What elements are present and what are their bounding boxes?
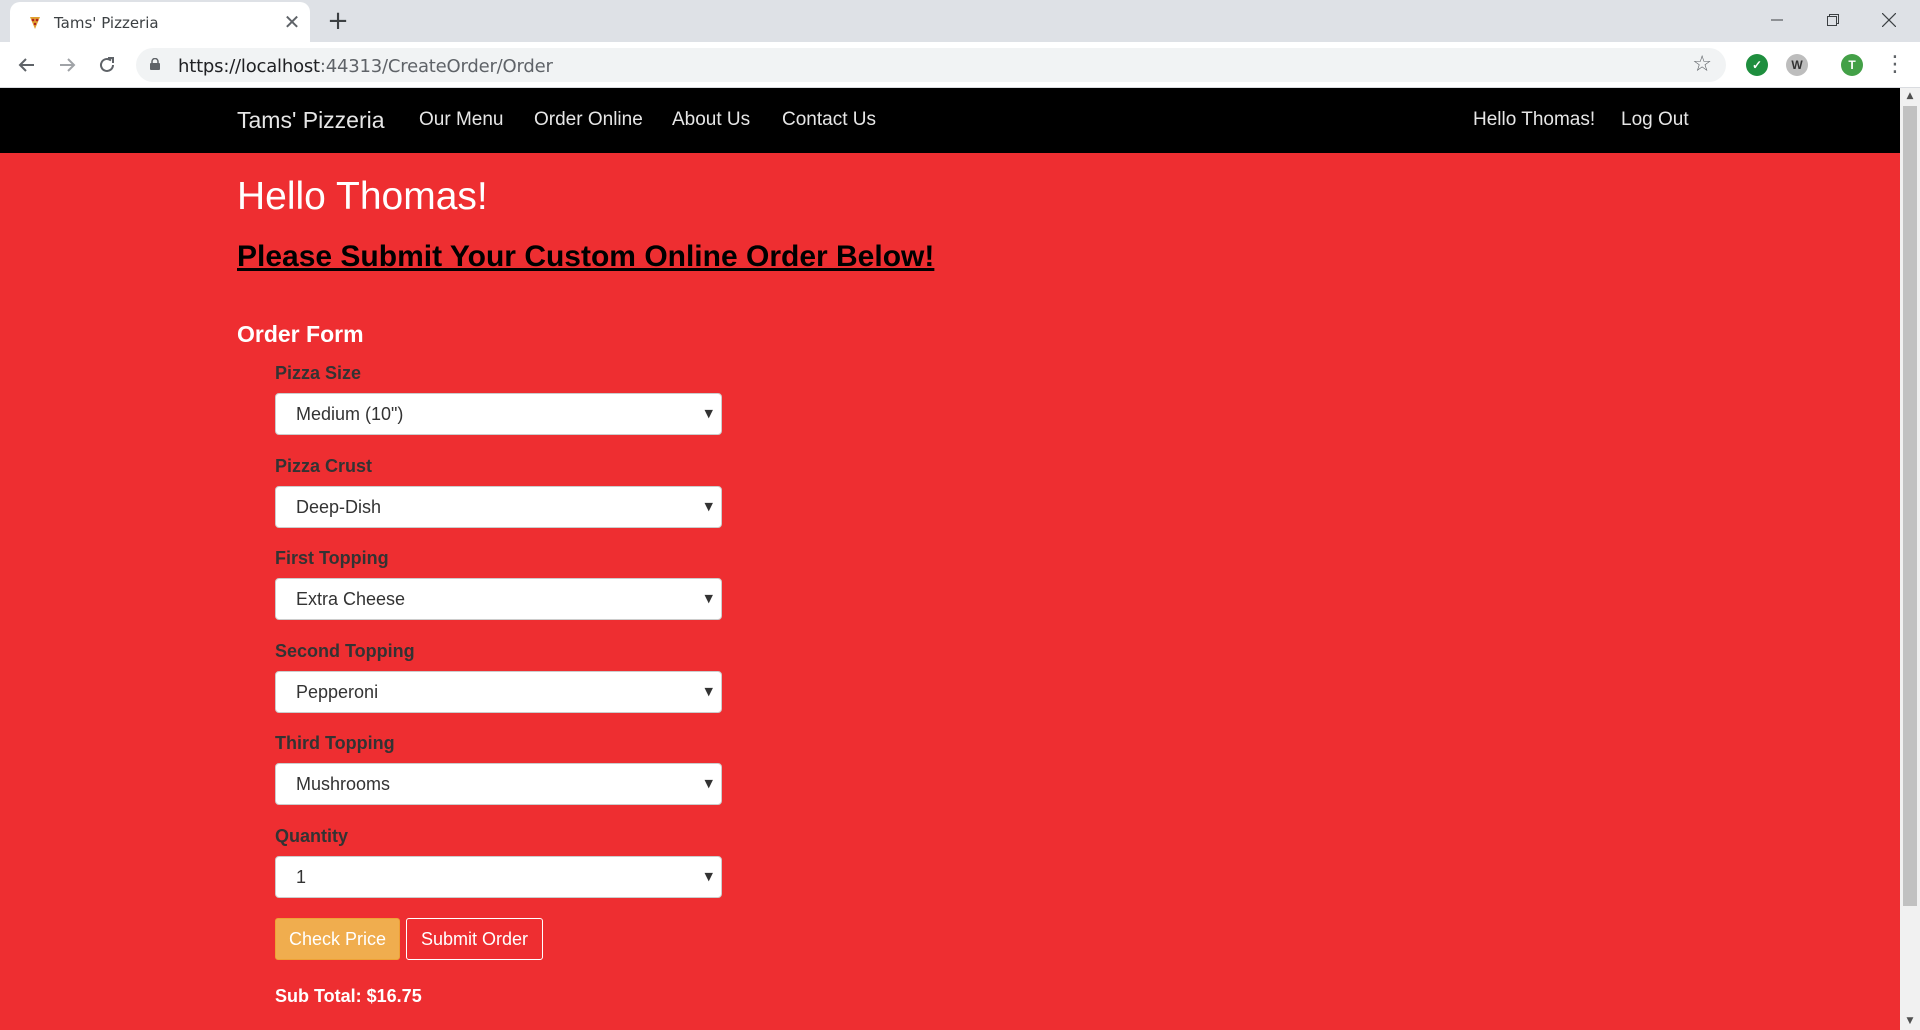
third-topping-value: Mushrooms [296,774,391,794]
pizza-size-label: Pizza Size [275,363,362,383]
nav-about-us[interactable]: About Us [672,109,750,131]
profile-avatar[interactable]: T [1841,54,1863,76]
reload-icon[interactable] [92,50,122,80]
scroll-thumb[interactable] [1903,106,1917,906]
pizza-crust-label: Pizza Crust [275,456,373,476]
tab-title: Tams' Pizzeria [54,14,159,32]
order-form-title: Order Form [237,321,364,347]
quantity-label: Quantity [275,826,349,846]
third-topping-label: Third Topping [275,733,395,753]
nav-order-online[interactable]: Order Online [534,109,643,131]
quantity-value: 1 [296,867,307,887]
browser-tabstrip: Tams' Pizzeria ✕ + [0,0,1920,42]
third-topping-select[interactable]: Mushrooms ▼ [275,763,722,805]
caret-down-icon: ▼ [704,407,713,420]
nav-our-menu[interactable]: Our Menu [419,109,503,131]
second-topping-select[interactable]: Pepperoni ▼ [275,671,722,713]
restore-icon[interactable] [1810,0,1856,40]
caret-down-icon: ▼ [704,685,713,698]
w-extension-icon[interactable]: W [1786,54,1808,76]
plus-icon[interactable]: + [326,8,350,34]
caret-down-icon: ▼ [704,500,713,513]
page-body: Tams' Pizzeria Our Menu Order Online Abo… [0,88,1900,1030]
browser-tab[interactable]: Tams' Pizzeria ✕ [10,2,310,42]
scroll-up-icon[interactable]: ▲ [1900,88,1920,105]
check-extension-icon[interactable]: ✓ [1746,54,1768,76]
check-price-button[interactable]: Check Price [275,918,400,960]
pizza-crust-select[interactable]: Deep-Dish ▼ [275,486,722,528]
browser-toolbar: https://localhost:44313/CreateOrder/Orde… [0,42,1920,88]
url-text: https://localhost:44313/CreateOrder/Orde… [178,56,553,77]
first-topping-label: First Topping [275,548,389,568]
minimize-icon[interactable] [1754,0,1800,40]
pizza-size-value: Medium (10") [296,404,404,424]
second-topping-label: Second Topping [275,641,415,661]
pizza-size-select[interactable]: Medium (10") ▼ [275,393,722,435]
quantity-select[interactable]: 1 ▼ [275,856,722,898]
pizza-favicon-icon [30,17,40,29]
star-icon[interactable]: ☆ [1692,52,1712,77]
nav-greeting[interactable]: Hello Thomas! [1473,109,1595,131]
forward-arrow-icon[interactable] [52,50,82,80]
caret-down-icon: ▼ [704,777,713,790]
caret-down-icon: ▼ [704,592,713,605]
page-scrollbar[interactable]: ▲ ▼ [1900,88,1920,1030]
caret-down-icon: ▼ [704,870,713,883]
first-topping-select[interactable]: Extra Cheese ▼ [275,578,722,620]
submit-order-button[interactable]: Submit Order [406,918,543,960]
page-title: Hello Thomas! [237,175,488,218]
nav-contact-us[interactable]: Contact Us [782,109,876,131]
site-navbar: Tams' Pizzeria Our Menu Order Online Abo… [0,88,1900,153]
window-close-icon[interactable] [1866,0,1912,40]
close-icon[interactable]: ✕ [282,12,302,32]
second-topping-value: Pepperoni [296,682,379,702]
lock-icon [150,58,160,70]
first-topping-value: Extra Cheese [296,589,406,609]
scroll-down-icon[interactable]: ▼ [1900,1013,1920,1030]
nav-log-out[interactable]: Log Out [1621,109,1689,131]
back-arrow-icon[interactable] [12,50,42,80]
subtotal-text: Sub Total: $16.75 [275,986,422,1006]
menu-dots-icon[interactable]: ⋮ [1884,52,1906,78]
order-instructions: Please Submit Your Custom Online Order B… [237,240,935,273]
address-bar[interactable]: https://localhost:44313/CreateOrder/Orde… [136,48,1726,82]
pizza-crust-value: Deep-Dish [296,497,382,517]
site-brand[interactable]: Tams' Pizzeria [237,107,385,134]
